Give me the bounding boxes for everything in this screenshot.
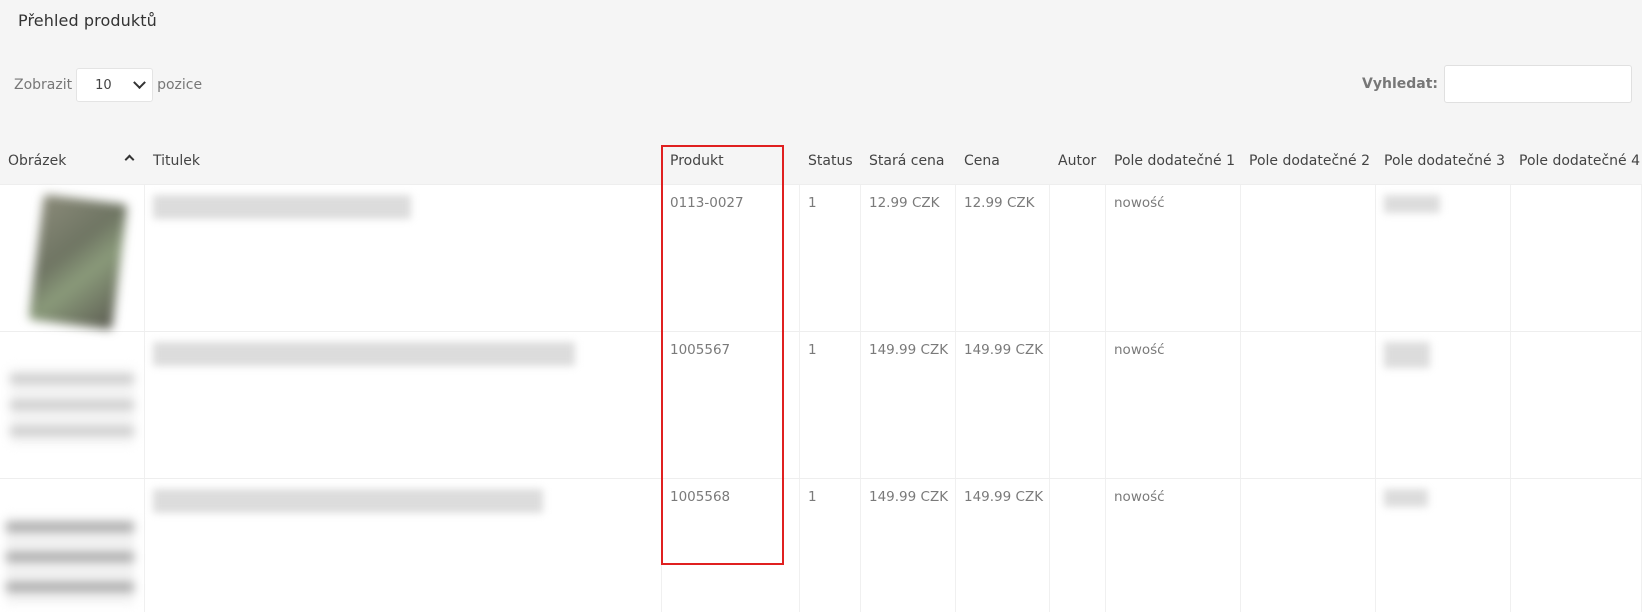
column-header-image[interactable]: Obrázek [0,138,145,184]
column-header-field-2[interactable]: Pole dodatečné 2 [1241,138,1376,184]
title-cell [145,332,662,478]
chevron-down-icon [133,75,146,89]
column-header-label: Obrázek [8,153,67,169]
price-cell: 149.99 CZK [956,332,1050,478]
title-text-redacted [153,489,543,513]
price-cell: 149.99 CZK [956,479,1050,612]
length-prefix-label: Zobrazit [14,77,73,93]
title-cell [145,185,662,331]
page-length-select[interactable]: 10 [76,68,154,102]
field-3-redacted [1384,342,1430,368]
table-row[interactable]: 1005567 1 149.99 CZK 149.99 CZK nowość [0,331,1642,478]
length-suffix-label: pozice [157,77,203,93]
field-3-cell [1376,185,1511,331]
product-image[interactable] [10,368,134,444]
title-cell [145,479,662,612]
field-1-cell: nowość [1106,332,1241,478]
table-header: Obrázek Titulek Produkt Status Stará cen… [0,138,1642,184]
table-row[interactable]: 1005568 1 149.99 CZK 149.99 CZK nowość [0,478,1642,612]
author-cell [1050,185,1106,331]
field-3-redacted [1384,195,1440,213]
field-4-cell [1511,332,1642,478]
old-price-cell: 12.99 CZK [861,185,956,331]
search-label: Vyhledat: [1362,76,1438,92]
price-cell: 12.99 CZK [956,185,1050,331]
author-cell [1050,332,1106,478]
column-header-product[interactable]: Produkt [662,138,800,184]
title-text-redacted [153,195,411,219]
field-4-cell [1511,479,1642,612]
product-image[interactable] [28,194,128,330]
column-header-old-price[interactable]: Stará cena [861,138,956,184]
status-cell: 1 [800,332,861,478]
field-2-cell [1241,185,1376,331]
title-text-redacted [153,342,575,366]
column-header-field-4[interactable]: Pole dodatečné 4 [1511,138,1642,184]
field-1-cell: nowość [1106,185,1241,331]
old-price-cell: 149.99 CZK [861,479,956,612]
field-1-cell: nowość [1106,479,1241,612]
column-header-status[interactable]: Status [800,138,861,184]
field-4-cell [1511,185,1642,331]
product-code-cell: 0113-0027 [662,185,800,331]
author-cell [1050,479,1106,612]
column-header-price[interactable]: Cena [956,138,1050,184]
field-3-cell [1376,332,1511,478]
field-2-cell [1241,332,1376,478]
product-image[interactable] [6,517,134,603]
column-header-title[interactable]: Titulek [145,138,662,184]
page-length-control: Zobrazit 10 pozice [14,68,202,102]
table-row[interactable]: 0113-0027 1 12.99 CZK 12.99 CZK nowość [0,184,1642,331]
field-2-cell [1241,479,1376,612]
column-header-field-1[interactable]: Pole dodatečné 1 [1106,138,1241,184]
products-table: Obrázek Titulek Produkt Status Stará cen… [0,138,1642,612]
old-price-cell: 149.99 CZK [861,332,956,478]
column-header-author[interactable]: Autor [1050,138,1106,184]
page-length-value: 10 [95,77,112,93]
search-control: Vyhledat: [1362,65,1632,103]
product-image-cell [0,185,145,331]
chevron-up-icon [124,154,135,165]
search-input[interactable] [1444,65,1632,103]
product-code-cell: 1005567 [662,332,800,478]
product-code-cell: 1005568 [662,479,800,612]
status-cell: 1 [800,479,861,612]
page-title: Přehled produktů [18,11,157,30]
field-3-cell [1376,479,1511,612]
product-image-cell [0,479,145,612]
column-header-field-3[interactable]: Pole dodatečné 3 [1376,138,1511,184]
field-3-redacted [1384,489,1428,507]
product-image-cell [0,332,145,478]
status-cell: 1 [800,185,861,331]
